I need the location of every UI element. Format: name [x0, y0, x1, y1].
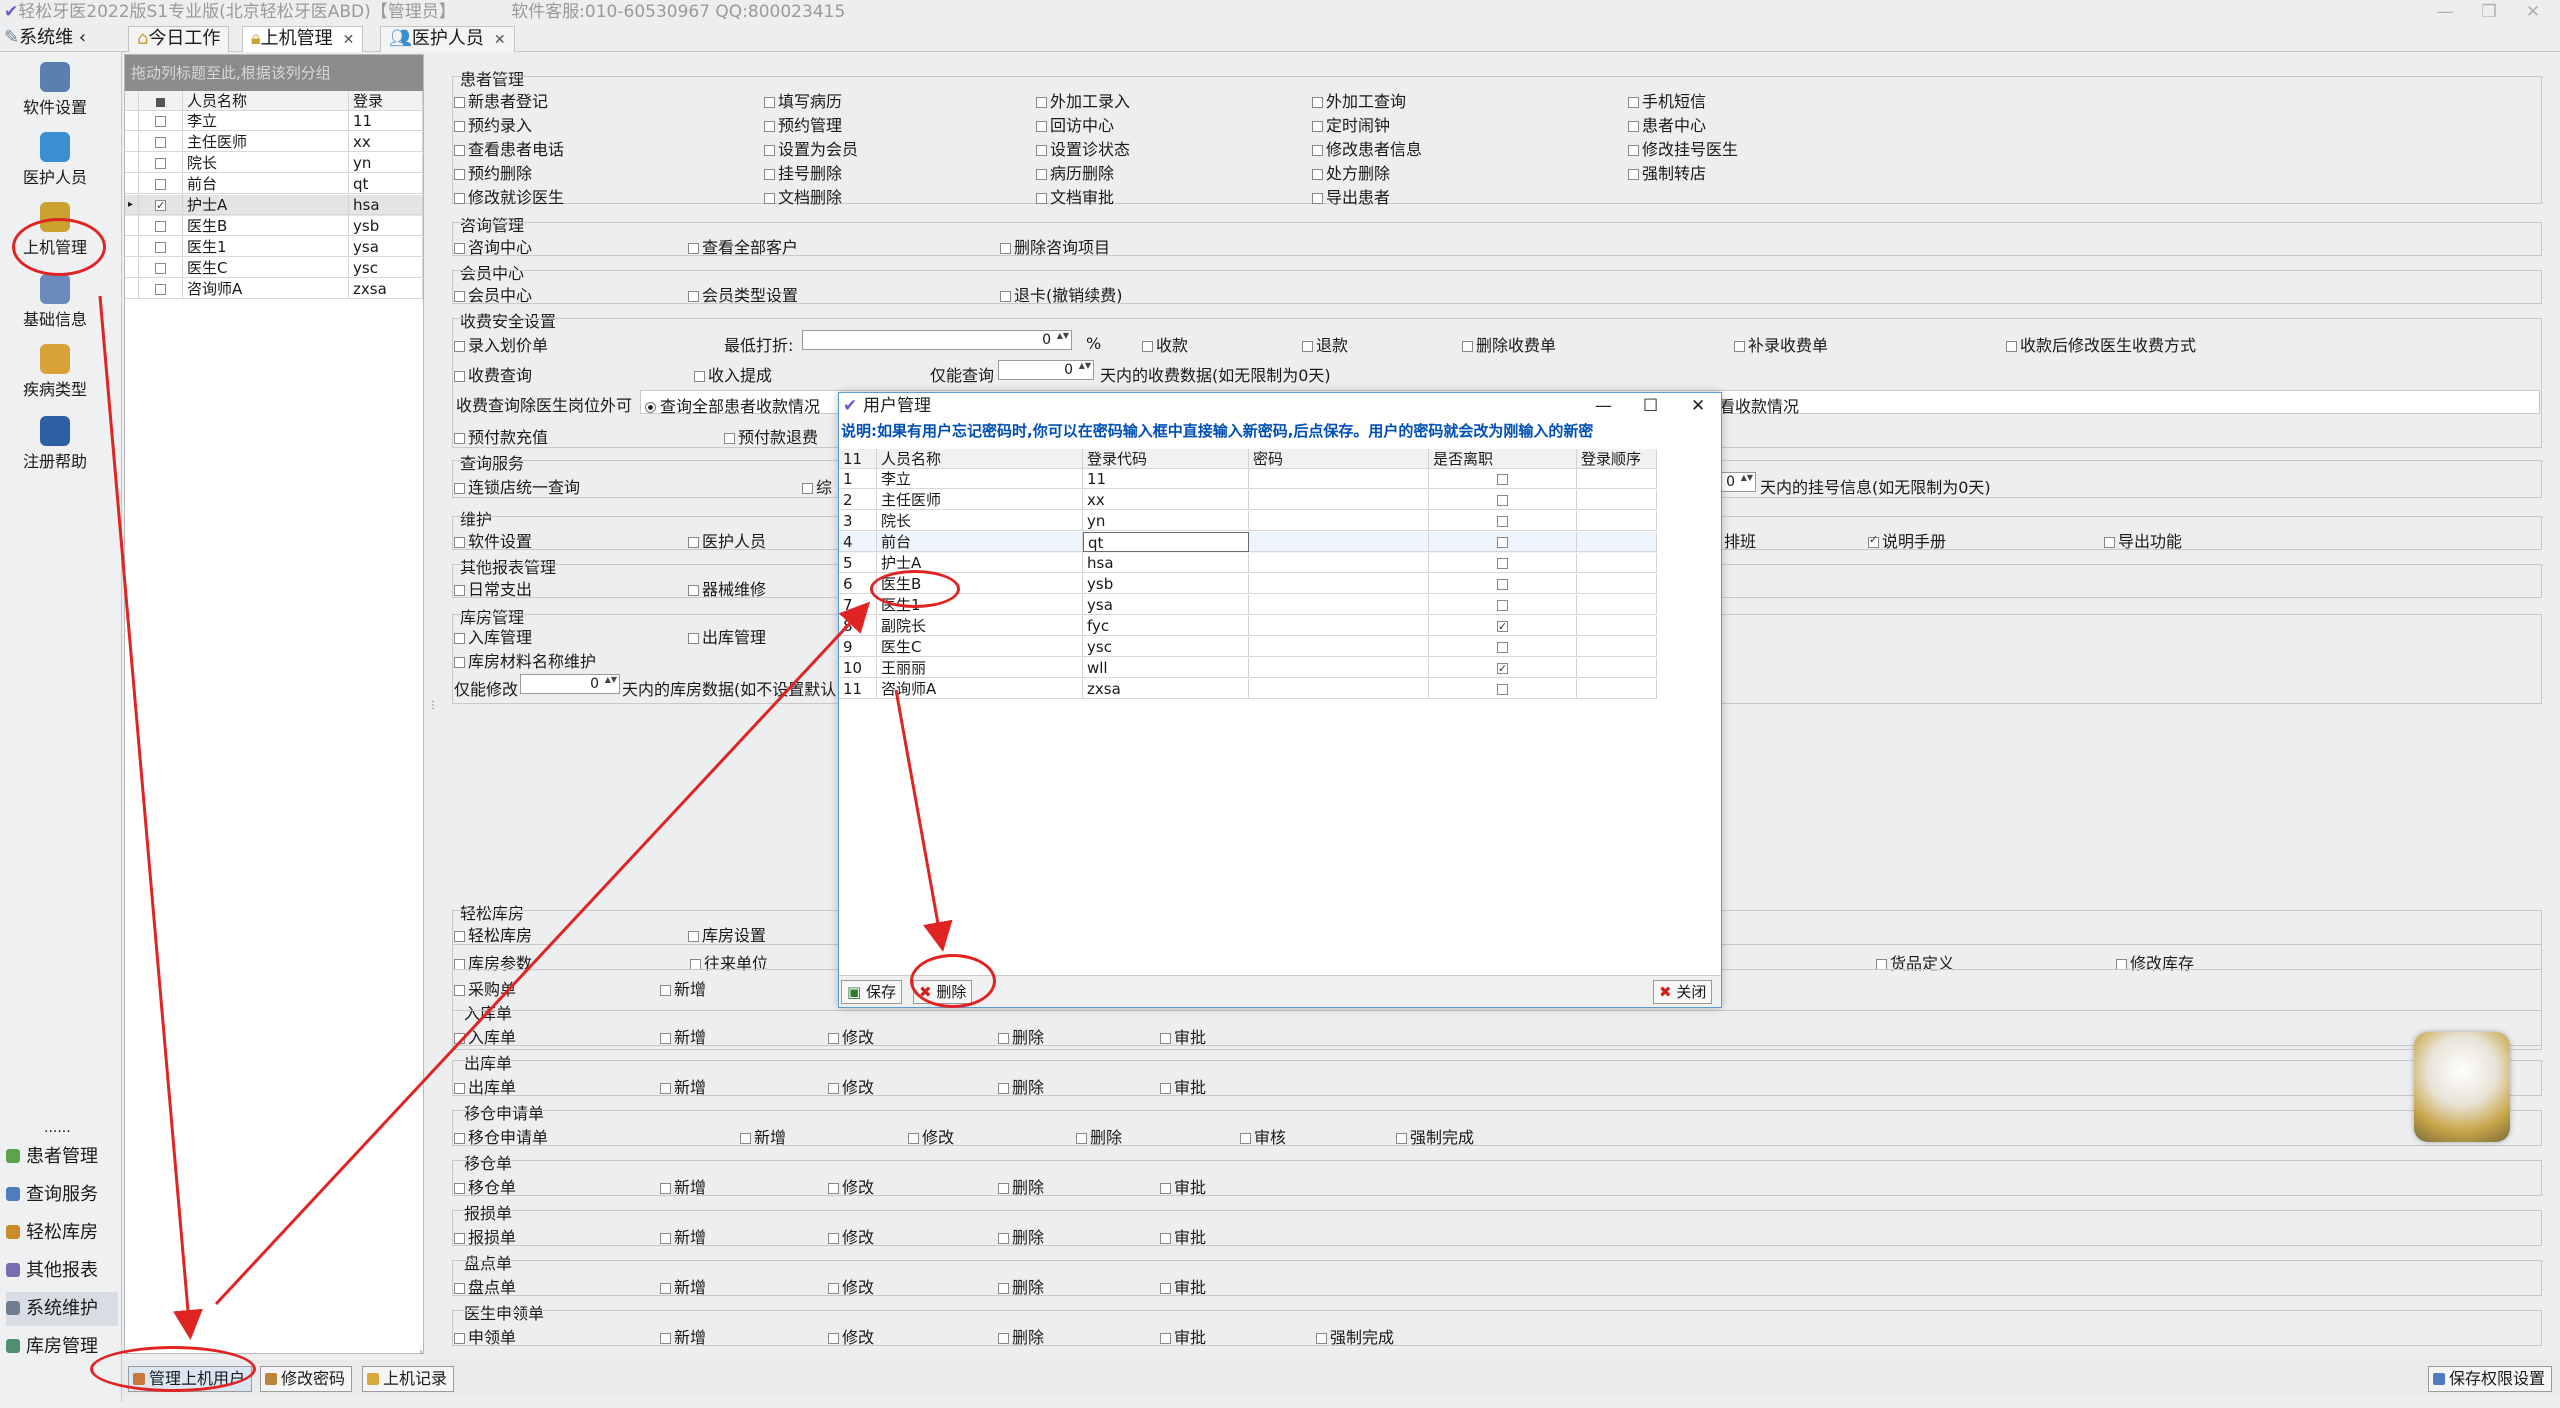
- annotation-arrows: [98, 295, 953, 1340]
